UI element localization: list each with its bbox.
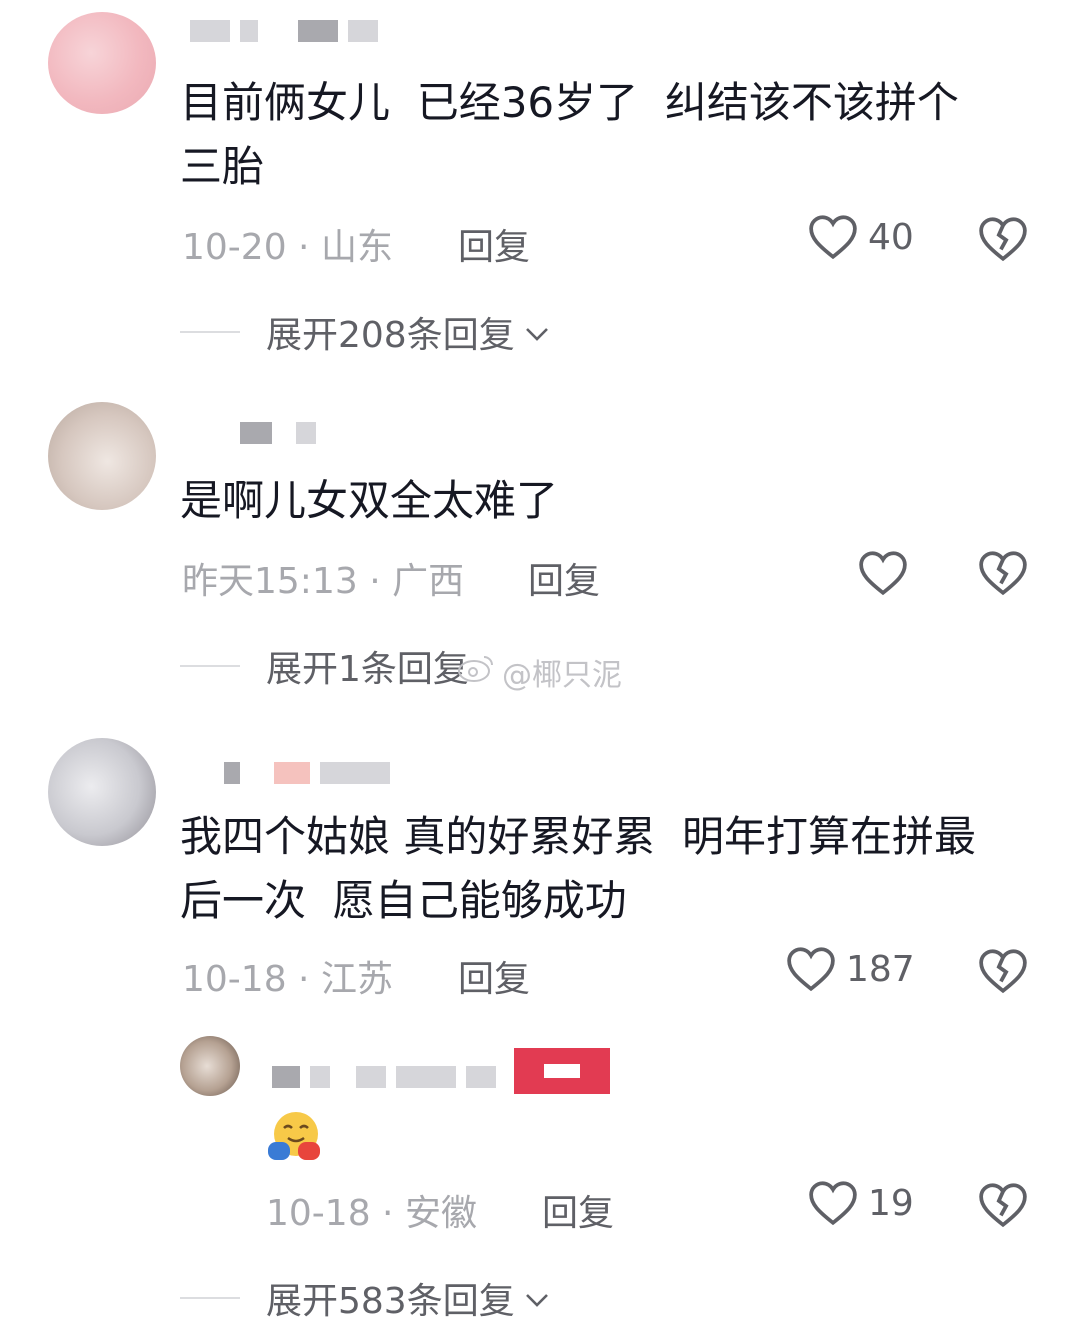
broken-heart-icon xyxy=(978,216,1028,262)
expand-replies-button[interactable]: 展开208条回复 xyxy=(180,306,551,358)
username-blurred[interactable] xyxy=(272,1064,496,1090)
comment-text: 我四个姑娘 真的好累好累 明年打算在拼最 xyxy=(180,812,977,861)
heart-icon xyxy=(808,1180,858,1226)
expand-replies-button[interactable]: 展开1条回复 xyxy=(180,640,469,692)
like-count: 187 xyxy=(846,948,915,990)
watermark-text: @椰只泥 xyxy=(502,658,622,693)
author-badge xyxy=(514,1048,610,1094)
comment-meta: 昨天15:13 · 广西 xyxy=(182,561,465,602)
username-blurred[interactable] xyxy=(224,760,390,786)
divider xyxy=(180,331,240,333)
dislike-button[interactable] xyxy=(978,550,1028,596)
broken-heart-icon xyxy=(978,948,1028,994)
heart-icon xyxy=(808,214,858,260)
divider xyxy=(180,1297,240,1299)
comment-text: 后一次 愿自己能够成功 xyxy=(180,876,627,925)
weibo-icon xyxy=(456,653,496,691)
dislike-button[interactable] xyxy=(978,1182,1028,1228)
reply-button[interactable]: 回复 xyxy=(528,552,600,604)
username-blurred[interactable] xyxy=(240,420,316,446)
expand-replies-label: 展开583条回复 xyxy=(266,1281,515,1322)
dislike-button[interactable] xyxy=(978,948,1028,994)
expand-replies-label: 展开1条回复 xyxy=(266,649,469,690)
comment-text: 目前俩女儿 已经36岁了 纠结该不该拼个 xyxy=(180,78,959,127)
reply-button[interactable]: 回复 xyxy=(542,1184,614,1236)
watermark: @椰只泥 xyxy=(456,650,622,694)
expand-replies-label: 展开208条回复 xyxy=(266,315,515,356)
heart-icon xyxy=(858,550,908,596)
broken-heart-icon xyxy=(978,1182,1028,1228)
broken-heart-icon xyxy=(978,550,1028,596)
like-count: 40 xyxy=(868,216,914,258)
chevron-down-icon xyxy=(523,1278,551,1319)
reply-button[interactable]: 回复 xyxy=(458,950,530,1002)
comment-text: 是啊儿女双全太难了 xyxy=(180,476,559,525)
comment-meta: 10-18 · 江苏 xyxy=(182,959,393,1000)
like-button[interactable]: 187 xyxy=(786,946,915,992)
divider xyxy=(180,665,240,667)
chevron-down-icon xyxy=(523,312,551,353)
username-blurred[interactable] xyxy=(190,18,378,44)
avatar[interactable] xyxy=(48,12,156,114)
avatar[interactable] xyxy=(48,402,156,510)
like-count: 19 xyxy=(868,1182,914,1224)
heart-icon xyxy=(786,946,836,992)
dislike-button[interactable] xyxy=(978,216,1028,262)
avatar[interactable] xyxy=(48,738,156,846)
hugging-face-emoji xyxy=(266,1108,322,1162)
like-button[interactable]: 40 xyxy=(808,214,914,260)
like-button[interactable] xyxy=(858,550,918,596)
comment-text: 三胎 xyxy=(180,142,265,191)
like-button[interactable]: 19 xyxy=(808,1180,914,1226)
comment-meta: 10-20 · 山东 xyxy=(182,227,393,268)
reply-button[interactable]: 回复 xyxy=(458,218,530,270)
avatar[interactable] xyxy=(180,1036,240,1096)
expand-replies-button[interactable]: 展开583条回复 xyxy=(180,1272,551,1324)
comment-meta: 10-18 · 安徽 xyxy=(266,1193,477,1234)
